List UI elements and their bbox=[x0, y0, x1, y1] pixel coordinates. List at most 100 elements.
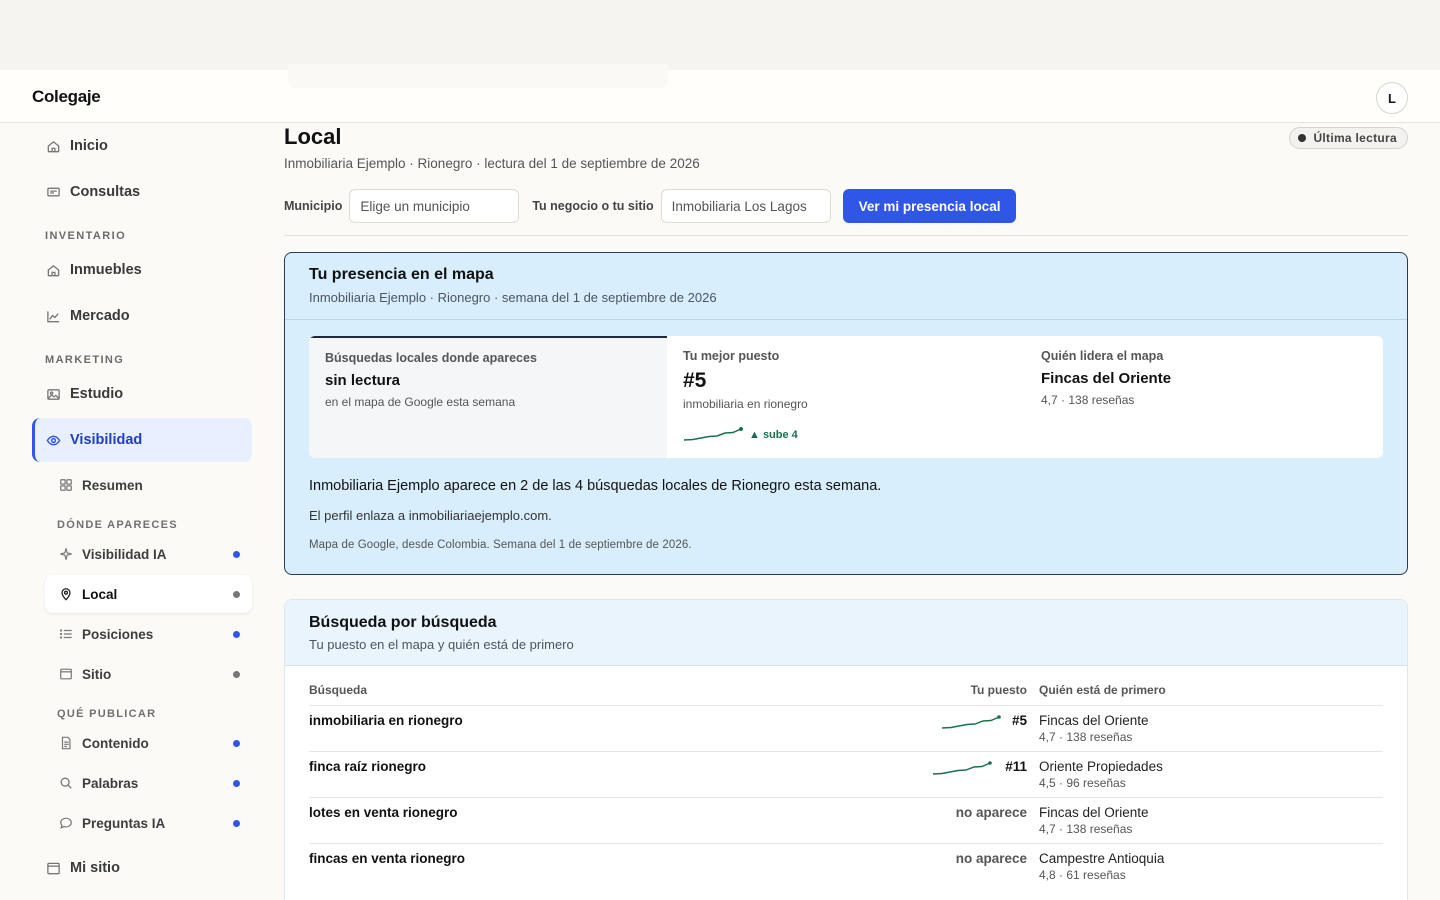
table-row[interactable]: fincas en venta rionegro no aparece Camp… bbox=[309, 843, 1383, 889]
sidebar-item-inicio[interactable]: Inicio bbox=[32, 124, 252, 168]
sidebar-subitem-label: Contenido bbox=[82, 735, 149, 751]
column-header-query: Búsqueda bbox=[309, 683, 368, 697]
negocio-label: Tu negocio o tu sitio bbox=[532, 199, 654, 213]
status-badge: Última lectura bbox=[1289, 127, 1408, 149]
search-icon bbox=[58, 776, 73, 791]
stat-label: Tu mejor puesto bbox=[683, 349, 780, 363]
app-logo[interactable]: Colegaje bbox=[32, 87, 101, 107]
map-pin-icon bbox=[58, 587, 73, 602]
leader-name: Fincas del Oriente bbox=[1039, 805, 1149, 820]
stats-panel: Búsquedas locales donde apareces sin lec… bbox=[309, 336, 1383, 458]
position-value: no aparece bbox=[955, 805, 1027, 820]
card-title: Tu presencia en el mapa bbox=[309, 266, 494, 283]
query-text: lotes en venta rionegro bbox=[309, 805, 458, 820]
sidebar-item-estudio[interactable]: Estudio bbox=[32, 372, 252, 416]
leader-reviews: 4,5 · 96 reseñas bbox=[1039, 776, 1126, 790]
sidebar-item-label: Mercado bbox=[70, 308, 130, 324]
home-icon bbox=[45, 138, 61, 154]
sidebar-subitem-visibilidad-ia[interactable]: Visibilidad IA bbox=[45, 535, 252, 573]
sparkle-icon bbox=[58, 547, 73, 562]
document-icon bbox=[58, 736, 73, 751]
sub-label-donde-apareces: DÓNDE APARECES bbox=[57, 519, 178, 531]
sidebar-subitem-sitio[interactable]: Sitio bbox=[45, 655, 252, 693]
card-header: Búsqueda por búsqueda Tu puesto en el ma… bbox=[285, 600, 1407, 666]
sidebar-subitem-posiciones[interactable]: Posiciones bbox=[45, 615, 252, 653]
map-presence-card: Tu presencia en el mapa Inmobiliaria Eje… bbox=[284, 252, 1408, 575]
card-subtitle: Inmobiliaria Ejemplo · Rionegro · semana… bbox=[309, 290, 717, 305]
negocio-input[interactable]: Inmobiliaria Los Lagos bbox=[660, 189, 831, 223]
message-icon bbox=[45, 184, 61, 200]
eye-icon bbox=[45, 432, 61, 448]
sidebar-subitem-local[interactable]: Local bbox=[45, 575, 252, 613]
summary-text: Inmobiliaria Ejemplo aparece en 2 de las… bbox=[309, 478, 882, 494]
stat-value: Fincas del Oriente bbox=[1041, 370, 1172, 387]
leader-name: Oriente Propiedades bbox=[1039, 759, 1163, 774]
summary-link-text: El perfil enlaza a inmobiliariaejemplo.c… bbox=[309, 508, 552, 523]
user-avatar[interactable]: L bbox=[1376, 82, 1408, 114]
stat-label: Búsquedas locales donde apareces bbox=[325, 351, 537, 365]
sidebar-item-label: Mi sitio bbox=[70, 860, 120, 876]
image-icon bbox=[45, 386, 61, 402]
sidebar: Inicio Consultas INVENTARIO Inmuebles Me… bbox=[0, 123, 268, 900]
sub-label-que-publicar: QUÉ PUBLICAR bbox=[57, 708, 157, 720]
query-text: finca raíz rionegro bbox=[309, 759, 427, 774]
home-icon bbox=[45, 262, 61, 278]
trend-sparkline bbox=[683, 427, 743, 441]
sidebar-item-mercado[interactable]: Mercado bbox=[32, 294, 252, 338]
leader-reviews: 4,7 · 138 reseñas bbox=[1039, 822, 1133, 836]
query-text: fincas en venta rionegro bbox=[309, 851, 466, 866]
divider bbox=[284, 235, 1408, 236]
ver-presencia-button[interactable]: Ver mi presencia local bbox=[842, 189, 1017, 223]
status-dot bbox=[233, 631, 240, 638]
sidebar-subitem-label: Preguntas IA bbox=[82, 815, 166, 831]
section-label-inventario: INVENTARIO bbox=[45, 230, 127, 242]
trend-label: ▲ sube 4 bbox=[749, 429, 798, 441]
card-title: Búsqueda por búsqueda bbox=[309, 614, 497, 631]
stat-note: en el mapa de Google esta semana bbox=[325, 395, 516, 409]
top-blank-area bbox=[0, 0, 1440, 70]
municipio-label: Municipio bbox=[284, 199, 343, 213]
position-value: no aparece bbox=[955, 851, 1027, 866]
leader-reviews: 4,7 · 138 reseñas bbox=[1039, 730, 1133, 744]
sidebar-subitem-label: Visibilidad IA bbox=[82, 546, 167, 562]
chat-icon bbox=[58, 816, 73, 831]
page-title: Local bbox=[284, 124, 342, 149]
leader-name: Fincas del Oriente bbox=[1039, 713, 1149, 728]
badge-dot bbox=[1298, 134, 1307, 142]
sidebar-subitem-resumen[interactable]: Resumen bbox=[45, 466, 252, 504]
leader-reviews: 4,8 · 61 reseñas bbox=[1039, 868, 1126, 882]
sidebar-item-label: Visibilidad bbox=[70, 432, 143, 448]
sidebar-item-inmuebles[interactable]: Inmuebles bbox=[32, 248, 252, 292]
status-dot bbox=[233, 780, 240, 787]
sidebar-subitem-contenido[interactable]: Contenido bbox=[45, 724, 252, 762]
sidebar-item-consultas[interactable]: Consultas bbox=[32, 170, 252, 214]
stat-best-position: Tu mejor puesto #5 inmobiliaria en rione… bbox=[667, 336, 1025, 458]
position-value: #5 bbox=[1011, 713, 1027, 728]
trend-sparkline bbox=[941, 715, 1001, 729]
browser-icon bbox=[58, 667, 73, 682]
stat-value: #5 bbox=[683, 369, 707, 392]
sidebar-item-visibilidad[interactable]: Visibilidad bbox=[32, 418, 252, 462]
badge-label: Última lectura bbox=[1313, 131, 1397, 145]
stat-label: Quién lidera el mapa bbox=[1041, 349, 1164, 363]
column-header-position: Tu puesto bbox=[970, 683, 1027, 697]
trend-sparkline bbox=[932, 761, 992, 775]
stat-note: 4,7 · 138 reseñas bbox=[1041, 393, 1135, 407]
sidebar-item-mi-sitio[interactable]: Mi sitio bbox=[32, 846, 252, 890]
leader-name: Campestre Antioquia bbox=[1039, 851, 1165, 866]
sidebar-subitem-preguntas-ia[interactable]: Preguntas IA bbox=[45, 804, 252, 842]
status-dot bbox=[233, 820, 240, 827]
search-form: Municipio Elige un municipio Tu negocio … bbox=[284, 189, 1017, 223]
municipio-select[interactable]: Elige un municipio bbox=[349, 189, 520, 223]
sidebar-subitem-palabras[interactable]: Palabras bbox=[45, 764, 252, 802]
stat-note: inmobiliaria en rionegro bbox=[683, 397, 808, 411]
status-dot bbox=[233, 551, 240, 558]
sidebar-item-label: Inicio bbox=[70, 138, 108, 154]
table-row[interactable]: finca raíz rionegro #11 Oriente Propieda… bbox=[309, 751, 1383, 797]
table-row[interactable]: inmobiliaria en rionegro #5 Fincas del O… bbox=[309, 705, 1383, 751]
search-table-card: Búsqueda por búsqueda Tu puesto en el ma… bbox=[284, 599, 1408, 900]
sidebar-subitem-label: Resumen bbox=[82, 477, 143, 493]
table-row[interactable]: lotes en venta rionegro no aparece Finca… bbox=[309, 797, 1383, 843]
stat-value: sin lectura bbox=[325, 372, 401, 389]
query-text: inmobiliaria en rionegro bbox=[309, 713, 463, 728]
